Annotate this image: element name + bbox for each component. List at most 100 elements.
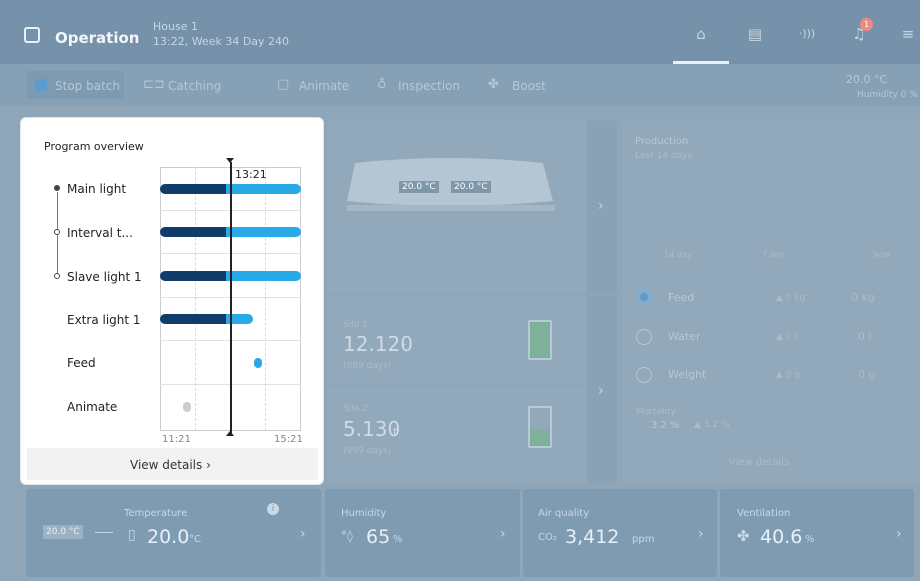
production-subtitle: Last 14 days xyxy=(635,151,693,161)
program-row-label: Animate xyxy=(67,400,118,414)
silo-level-icon xyxy=(528,406,552,448)
truck-icon: ⊏⊐ xyxy=(143,77,165,92)
tile-value: 3,412 xyxy=(565,526,620,548)
production-row-label: Water xyxy=(668,330,701,343)
radio-water[interactable] xyxy=(636,329,652,345)
production-row-delta: ▲ 0 kg xyxy=(776,293,806,303)
tile-value: 40.6 xyxy=(760,526,803,548)
boost-button[interactable]: Boost xyxy=(512,79,546,93)
view-details-label: View details xyxy=(130,458,203,472)
info-icon[interactable]: i xyxy=(267,503,279,515)
mortality-label: Mortality xyxy=(636,407,676,417)
column-header: Now xyxy=(873,250,891,259)
inspection-icon: ♁ xyxy=(377,77,387,92)
stop-batch-label[interactable]: Stop batch xyxy=(55,79,120,93)
timeline-bar-past xyxy=(160,227,235,237)
production-view-details[interactable]: View details xyxy=(729,457,789,468)
chevron-right-icon: › xyxy=(500,526,506,542)
timeline-bar-future xyxy=(226,271,301,281)
production-row-delta: ▲ 0 l xyxy=(776,332,797,342)
animate-icon: ▢ xyxy=(277,77,290,92)
production-row-value: 0 g xyxy=(858,368,876,381)
silo-unit: t xyxy=(393,425,398,438)
feed-event-marker xyxy=(254,358,262,368)
axis-start-label: 11:21 xyxy=(162,434,191,445)
chevron-right-icon: › xyxy=(300,526,306,542)
tile-value: 20.0 xyxy=(147,526,190,548)
inspection-button[interactable]: Inspection xyxy=(398,79,460,93)
page-title: Operation xyxy=(55,29,140,47)
report-icon[interactable]: ▤ xyxy=(745,24,765,44)
house-icon[interactable]: ⌂ xyxy=(691,24,711,44)
mortality-change: ▲ 3.2 % xyxy=(694,420,730,430)
grid-line xyxy=(265,167,266,431)
stop-icon xyxy=(35,79,47,91)
active-dot-icon xyxy=(54,185,60,191)
production-row-label: Weight xyxy=(668,368,707,381)
current-time-marker xyxy=(226,431,234,436)
fan-icon: ✤ xyxy=(737,527,750,545)
inactive-dot-icon xyxy=(54,229,60,235)
thermometer-icon: ▯ xyxy=(128,527,136,543)
program-row-label: Feed xyxy=(67,356,96,370)
silo-days: (999 days) xyxy=(343,361,392,371)
temperature-chip: 20.0 °C xyxy=(450,180,492,194)
animate-event-marker xyxy=(183,402,191,412)
setpoint-badge: 20.0 °C xyxy=(43,525,83,539)
view-details-link[interactable]: View details › xyxy=(130,458,211,472)
timeline-bar-past xyxy=(160,314,235,324)
chevron-right-icon: › xyxy=(698,526,704,542)
production-title: Production xyxy=(635,136,689,147)
tile-unit: °C xyxy=(189,534,201,545)
row-connector xyxy=(57,236,58,276)
house-icon xyxy=(24,27,40,43)
current-time-label: 13:21 xyxy=(235,168,267,181)
animate-button[interactable]: Animate xyxy=(299,79,349,93)
current-time-marker xyxy=(226,158,234,163)
humidity-tile[interactable] xyxy=(325,489,520,577)
house-datetime: 13:22, Week 34 Day 240 xyxy=(153,35,290,48)
chevron-right-icon: › xyxy=(598,383,604,399)
column-header: 7 day xyxy=(762,250,785,259)
current-time-line xyxy=(230,162,232,434)
program-row-label: Extra light 1 xyxy=(67,313,141,327)
co2-label: CO₂ xyxy=(538,532,557,543)
chevron-right-icon: › xyxy=(896,526,902,542)
tile-unit: % xyxy=(393,534,403,545)
silo-level-icon xyxy=(528,320,552,360)
chevron-right-icon: › xyxy=(206,458,211,472)
humidity-icon: °◊ xyxy=(341,529,353,543)
fan-icon: ✤ xyxy=(488,77,499,92)
radio-selected-dot xyxy=(640,293,648,301)
catching-button[interactable]: Catching xyxy=(168,79,221,93)
outdoor-humidity: Humidity 0 % xyxy=(857,90,918,100)
outdoor-temperature: 20.0 °C xyxy=(846,73,888,86)
production-row-label: Feed xyxy=(668,291,695,304)
production-row-value: 0 kg xyxy=(851,291,875,304)
production-row-value: 0 l xyxy=(858,330,872,343)
timeline-bar-past xyxy=(160,184,235,194)
tile-value: 65 xyxy=(366,526,391,548)
inactive-dot-icon xyxy=(54,273,60,279)
signal-icon[interactable]: ·))) xyxy=(797,24,817,44)
program-overview-title: Program overview xyxy=(44,140,144,153)
program-row-label: Slave light 1 xyxy=(67,270,142,284)
notification-badge: 1 xyxy=(860,18,873,31)
tile-title: Humidity xyxy=(341,508,387,519)
tile-title: Temperature xyxy=(124,508,188,519)
setpoint-connector xyxy=(95,532,113,533)
silo-unit: t xyxy=(402,340,407,353)
timeline-bar-past xyxy=(160,271,235,281)
program-row-label: Interval t... xyxy=(67,226,133,240)
silo-days: (999 days) xyxy=(343,446,392,456)
menu-icon[interactable]: ≡ xyxy=(898,24,918,44)
silo-name: Silo 2 xyxy=(343,404,368,414)
tile-unit: ppm xyxy=(632,534,655,545)
toolbar xyxy=(0,64,920,106)
column-header: 14 day xyxy=(664,250,692,259)
axis-end-label: 15:21 xyxy=(274,434,303,445)
radio-weight[interactable] xyxy=(636,367,652,383)
top-bar: Operation House 1 13:22, Week 34 Day 240 xyxy=(0,0,920,64)
tile-title: Air quality xyxy=(538,508,590,519)
temperature-chip: 20.0 °C xyxy=(398,180,440,194)
